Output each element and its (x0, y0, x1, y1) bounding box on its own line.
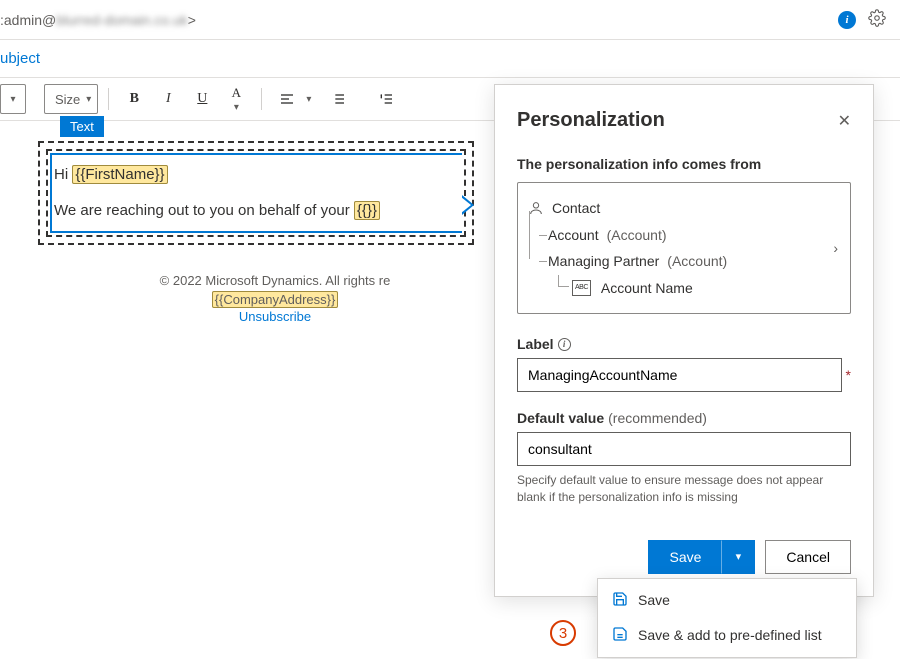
subject-link[interactable]: ubject (0, 50, 40, 67)
bold-button[interactable]: B (119, 84, 149, 114)
data-source-tree[interactable]: Contact Account (Account) Managing Partn… (517, 182, 851, 314)
label-field-label: Label i (517, 336, 851, 352)
block-type-tag: Text (60, 116, 104, 137)
save-split-button[interactable]: ▾ (721, 540, 755, 574)
firstname-token[interactable]: {{FirstName}} (72, 165, 167, 184)
from-address: :admin@blurred-domain.co.uk> (0, 12, 196, 28)
default-value-label: Default value (recommended) (517, 410, 851, 426)
save-list-icon (612, 626, 628, 645)
unsubscribe-link[interactable]: Unsubscribe (38, 309, 512, 324)
person-icon (528, 200, 544, 216)
ordered-list-button[interactable] (371, 84, 401, 114)
callout-number-3: 3 (550, 620, 576, 646)
top-header: :admin@blurred-domain.co.uk> i (0, 0, 900, 40)
email-footer: © 2022 Microsoft Dynamics. All rights re… (38, 273, 512, 324)
font-size-select[interactable]: Size▾ (44, 84, 98, 114)
default-value-helper: Specify default value to ensure message … (517, 472, 851, 506)
text-block-inner: Hi {{FirstName}} We are reaching out to … (46, 149, 466, 237)
dropdown-save[interactable]: Save (598, 583, 856, 618)
body-line: We are reaching out to you on behalf of … (54, 199, 462, 223)
text-block-outer[interactable]: Text Hi {{FirstName}} We are reaching ou… (38, 141, 474, 245)
chevron-right-icon[interactable]: › (833, 240, 838, 256)
italic-button[interactable]: I (153, 84, 183, 114)
tree-contact[interactable]: Contact (528, 195, 840, 222)
empty-token[interactable]: {{}} (354, 201, 380, 220)
cancel-button[interactable]: Cancel (765, 540, 851, 574)
unordered-list-button[interactable] (323, 84, 353, 114)
gear-icon[interactable] (868, 9, 886, 30)
greeting-line: Hi {{FirstName}} (54, 163, 462, 187)
personalization-panel: Personalization ✕ The personalization in… (494, 84, 874, 597)
close-icon[interactable]: ✕ (838, 111, 851, 131)
source-heading: The personalization info comes from (517, 156, 851, 172)
tree-account[interactable]: Account (Account) (528, 222, 840, 249)
save-button[interactable]: Save (648, 540, 721, 574)
align-options-chevron[interactable]: ▾ (306, 94, 311, 105)
info-icon[interactable]: i (838, 11, 856, 29)
label-input[interactable] (517, 358, 842, 392)
text-field-icon: ABC (572, 280, 591, 295)
save-icon (612, 591, 628, 610)
panel-title: Personalization (517, 109, 665, 132)
required-indicator: * (846, 367, 851, 383)
company-address-token[interactable]: {{CompanyAddress}} (212, 291, 339, 308)
align-left-button[interactable] (272, 84, 302, 114)
text-content-editable[interactable]: Hi {{FirstName}} We are reaching out to … (50, 153, 462, 233)
font-color-button[interactable]: A▾ (221, 84, 251, 114)
info-icon[interactable]: i (558, 338, 571, 351)
default-value-input[interactable] (517, 432, 851, 466)
font-family-select[interactable]: ▾ (0, 84, 26, 114)
save-dropdown: Save Save & add to pre-defined list (597, 578, 857, 658)
subject-row[interactable]: ubject (0, 40, 900, 78)
tree-account-name[interactable]: ABC Account Name (528, 275, 840, 302)
tree-managing-partner[interactable]: Managing Partner (Account) (528, 248, 840, 275)
dropdown-save-add[interactable]: Save & add to pre-defined list (598, 618, 856, 653)
copyright-text: © 2022 Microsoft Dynamics. All rights re (38, 273, 512, 288)
underline-button[interactable]: U (187, 84, 217, 114)
